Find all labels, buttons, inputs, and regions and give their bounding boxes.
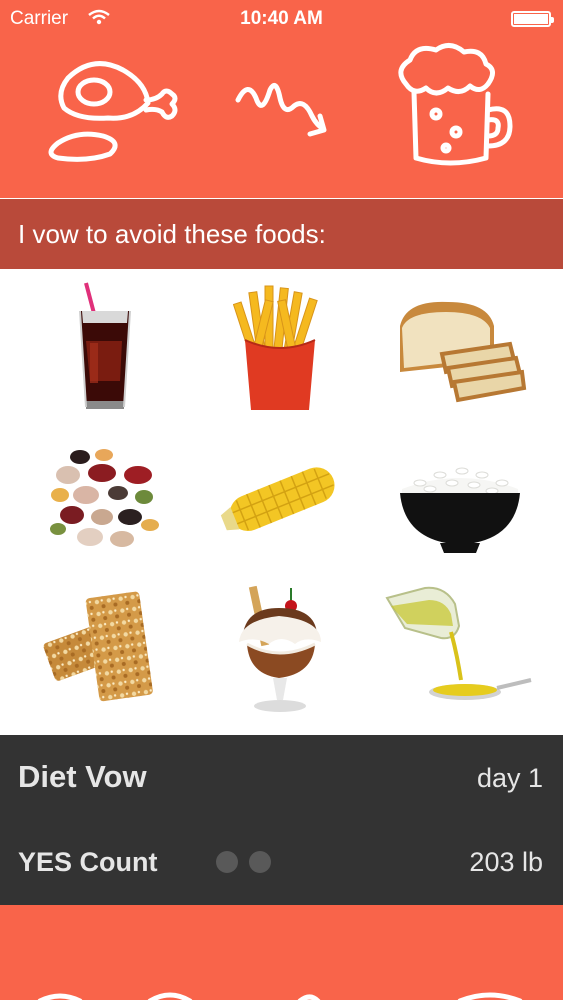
food-item-corn[interactable] xyxy=(205,429,355,569)
hero-header xyxy=(0,38,563,198)
weight-value[interactable]: 203 lb xyxy=(469,847,543,878)
bottom-doodle-icon xyxy=(37,992,523,1000)
yes-count-dot xyxy=(216,851,238,873)
day-counter: day 1 xyxy=(476,763,543,793)
bottom-bar xyxy=(0,905,563,1000)
food-item-soda[interactable] xyxy=(30,277,180,417)
yes-count-dot xyxy=(249,851,271,873)
food-item-rice[interactable] xyxy=(385,434,535,574)
bread-loaf-icon xyxy=(400,301,527,403)
soda-glass-icon xyxy=(79,282,131,409)
ham-icon xyxy=(48,61,178,162)
food-item-oil[interactable] xyxy=(385,579,535,719)
diet-vow-title: Diet Vow xyxy=(18,759,147,794)
food-item-sundae[interactable] xyxy=(205,579,355,719)
stats-panel: Diet Vow day 1 YES Count 203 lb xyxy=(0,735,563,905)
status-time: 10:40 AM xyxy=(240,8,323,29)
vow-header: I vow to avoid these foods: xyxy=(0,199,563,269)
food-item-bread[interactable] xyxy=(385,277,535,417)
food-item-fries[interactable] xyxy=(205,279,355,419)
battery-icon xyxy=(511,11,554,27)
squiggle-arrow-icon xyxy=(235,83,327,137)
olive-oil-icon xyxy=(385,586,532,700)
food-grid xyxy=(0,269,563,735)
beans-icon xyxy=(50,449,159,547)
granola-bar-icon xyxy=(43,591,153,702)
food-item-granola[interactable] xyxy=(30,579,180,719)
yes-count-label: YES Count xyxy=(18,847,158,877)
corn-cob-icon xyxy=(220,467,335,532)
food-item-beans[interactable] xyxy=(30,429,180,569)
ice-cream-sundae-icon xyxy=(239,585,321,712)
french-fries-icon xyxy=(233,285,318,410)
rice-bowl-icon xyxy=(400,467,520,553)
vow-text: I vow to avoid these foods: xyxy=(18,219,326,249)
status-bar: Carrier 10:40 AM xyxy=(0,0,563,38)
beer-mug-icon xyxy=(398,43,513,166)
